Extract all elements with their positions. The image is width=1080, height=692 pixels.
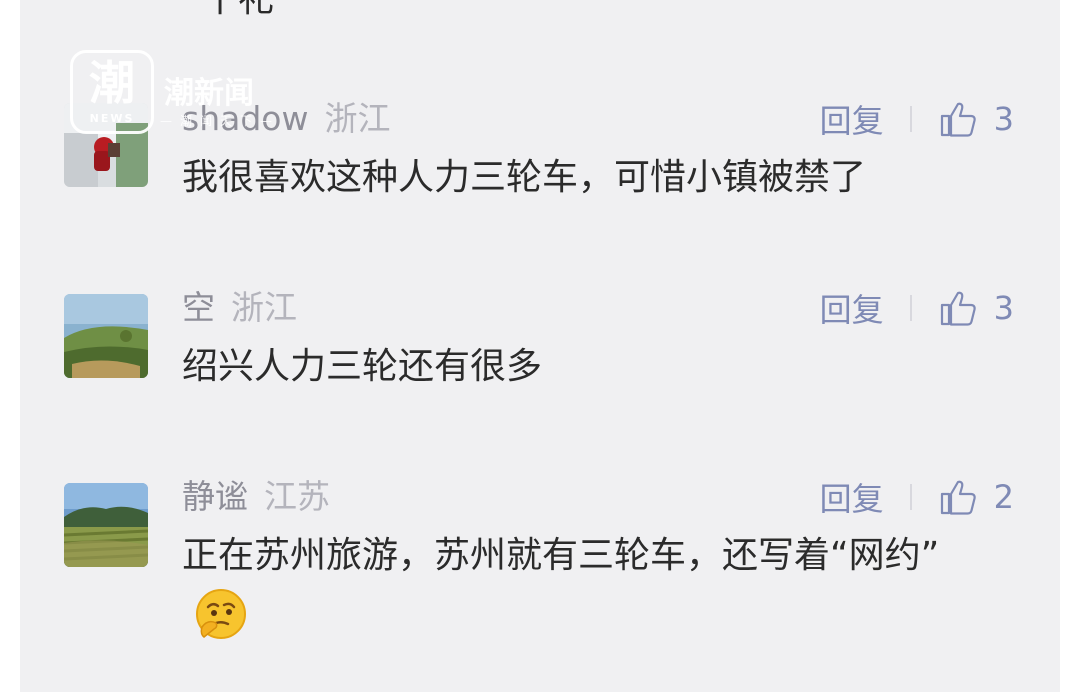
thumbs-up-icon[interactable] [938,99,978,139]
avatar-landscape-hill-icon [64,294,148,378]
reply-button[interactable]: 回复 [820,285,884,331]
comment-actions: 回复 3 [820,97,1014,141]
comment-text-body: 正在苏州旅游，苏州就有三轮车，还写着“网约” [182,535,940,576]
reply-button[interactable]: 回复 [820,96,884,142]
comment-panel: 十礼 shadow浙江 回复 3 我很喜欢这种人力三轮车，可惜小镇被 [20,0,1060,692]
reply-button[interactable]: 回复 [820,474,884,520]
thinking-face-icon [194,587,248,661]
thumbs-up-icon[interactable] [938,477,978,517]
like-count: 3 [993,289,1014,327]
action-divider [909,106,912,132]
comment-author[interactable]: 空 [182,288,215,327]
comment-text: 正在苏州旅游，苏州就有三轮车，还写着“网约” [182,525,1002,661]
partial-comment-text: 十礼 [202,0,274,22]
comment-text: 我很喜欢这种人力三轮车，可惜小镇被禁了 [182,157,867,198]
action-divider [909,295,912,321]
avatar[interactable] [64,483,148,567]
comment-header: 空浙江 [182,286,297,330]
avatar-landscape-field-icon [64,483,148,567]
comment-header: 静谧 江苏 [182,475,330,519]
like-count: 3 [993,100,1014,138]
avatar[interactable] [64,294,148,378]
comment-location: 江苏 [264,477,330,516]
like-count: 2 [993,478,1014,516]
comment-location: 浙江 [324,99,391,138]
logo-title: 潮新闻 [164,76,254,111]
comment-actions: 回复 3 [820,286,1014,330]
logo-char: 潮 [89,56,135,110]
action-divider [909,484,912,510]
comment-location: 浙江 [231,288,297,327]
watermark-logo: 潮 NEWS 潮新闻 —潮闻天下— [70,50,300,140]
logo-news-text: NEWS [89,112,135,125]
comment-text: 绍兴人力三轮还有很多 [182,346,543,387]
logo-slogan: —潮闻天下— [160,114,281,128]
comment-author[interactable]: 静谧 [182,477,248,516]
thumbs-up-icon[interactable] [938,288,978,328]
logo-badge: 潮 NEWS [70,50,154,134]
comment-actions: 回复 2 [820,475,1014,519]
